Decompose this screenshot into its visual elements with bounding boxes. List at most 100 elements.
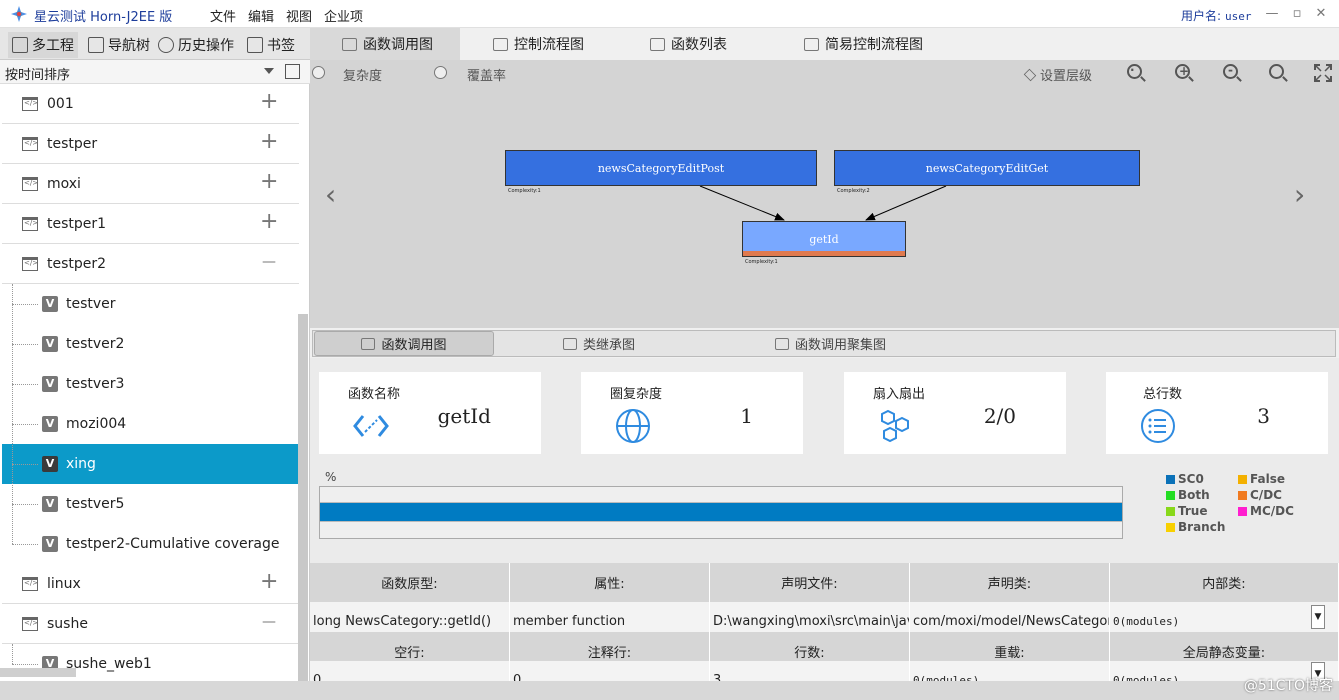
tree-icon <box>88 37 104 53</box>
property-header: 属性: <box>510 563 710 602</box>
tree-project-item[interactable]: 001 + <box>2 84 299 124</box>
sort-bar: 按时间排序 <box>0 60 310 84</box>
project-icon <box>22 617 38 631</box>
tab-function-list[interactable]: 函数列表 <box>642 28 735 60</box>
legend-swatch <box>1238 506 1247 516</box>
property-header: 声明类: <box>910 563 1110 602</box>
version-icon: V <box>42 416 58 432</box>
expand-icon[interactable]: + <box>260 91 278 113</box>
call-graph-canvas[interactable]: 复杂度 覆盖率 设置层级 · + - ‹ › newsCategoryEditP… <box>310 60 1339 328</box>
tree-guide-branch <box>12 464 38 465</box>
tree-version-item[interactable]: Vtestper2-Cumulative coverage <box>2 524 299 564</box>
metric-card-function-name: 函数名称 getId <box>319 372 541 454</box>
expand-icon[interactable]: + <box>260 211 278 233</box>
expand-icon[interactable]: + <box>260 571 278 593</box>
expand-icon[interactable]: + <box>260 131 278 153</box>
bookmark-icon <box>247 37 263 53</box>
tree-item-label: linux <box>47 576 81 592</box>
tree-project-item[interactable]: testper1 + <box>2 204 299 244</box>
legend-label: Branch <box>1178 520 1226 534</box>
project-icon <box>22 257 38 271</box>
tree-project-item[interactable]: linux + <box>2 564 299 604</box>
sub-view-tab-bar: 函数调用图 类继承图 函数调用聚集图 <box>312 330 1336 357</box>
metric-card-total-lines: 总行数 3 <box>1106 372 1328 454</box>
legend-item: SC0 <box>1166 472 1204 486</box>
metric-card-fan-in-out: 扇入扇出 2/0 <box>844 372 1066 454</box>
inner-class-dropdown-icon[interactable]: ▼ <box>1311 605 1325 629</box>
version-icon: V <box>42 336 58 352</box>
tab-simple-control-flow[interactable]: 简易控制流程图 <box>796 28 931 60</box>
tree-version-item[interactable]: Vtestver3 <box>2 364 299 404</box>
node-news-category-edit-get[interactable]: newsCategoryEditGet Complexity:2 <box>834 150 1140 194</box>
tree-item-label: testver5 <box>66 496 125 512</box>
tab-history[interactable]: 历史操作 <box>154 32 238 58</box>
tree-version-item[interactable]: Vmozi004 <box>2 404 299 444</box>
node-news-category-edit-post[interactable]: newsCategoryEditPost Complexity:1 <box>505 150 817 194</box>
tree-scrollbar[interactable] <box>298 314 308 700</box>
sort-dropdown-icon[interactable] <box>264 68 274 74</box>
tree-project-item[interactable]: testper + <box>2 124 299 164</box>
node-get-id[interactable]: getId Complexity:1 <box>742 221 906 265</box>
watermark: @51CTO博客 <box>1243 678 1333 694</box>
legend-swatch <box>1166 506 1175 516</box>
tab-nav-tree[interactable]: 导航树 <box>84 32 154 58</box>
legend-label: False <box>1250 472 1285 486</box>
tree-version-item[interactable]: Vtestver2 <box>2 324 299 364</box>
tree-guide-branch <box>12 424 38 425</box>
restore-icon[interactable]: ▫ <box>1287 4 1307 24</box>
legend-label: C/DC <box>1250 488 1282 502</box>
tab-class-inheritance[interactable]: 类继承图 <box>563 331 635 356</box>
metric-card-cyclomatic: 圈复杂度 1 <box>581 372 803 454</box>
app-title: 星云测试 Horn-J2EE 版 <box>34 10 173 25</box>
tree-item-label: testper2-Cumulative coverage <box>66 536 280 552</box>
fan-in-out-value: 2/0 <box>983 404 1016 428</box>
view-tab-bar: 函数调用图 控制流程图 函数列表 简易控制流程图 <box>310 28 1339 60</box>
close-icon[interactable]: ✕ <box>1311 4 1331 24</box>
legend-label: SC0 <box>1178 472 1204 486</box>
menu-enterprise[interactable]: 企业项 <box>324 6 363 25</box>
function-icon <box>353 415 389 437</box>
menu-edit[interactable]: 编辑 <box>248 6 274 25</box>
expand-icon[interactable]: + <box>260 171 278 193</box>
coverage-percent-label: % <box>325 470 337 484</box>
tree-version-item[interactable]: Vtestver5 <box>2 484 299 524</box>
total-lines-value: 3 <box>1257 404 1270 428</box>
tab-control-flow[interactable]: 控制流程图 <box>485 28 592 60</box>
tree-item-label: testver2 <box>66 336 125 352</box>
tree-item-label: testper2 <box>47 256 107 272</box>
tree-horizontal-scrollbar[interactable] <box>0 668 76 677</box>
tab-call-graph[interactable]: 函数调用图 <box>310 28 460 60</box>
control-flow-icon <box>493 37 508 51</box>
menu-view[interactable]: 视图 <box>286 6 312 25</box>
legend-swatch <box>1238 490 1247 500</box>
tab-multi-project[interactable]: 多工程 <box>8 32 78 58</box>
tree-project-item[interactable]: moxi + <box>2 164 299 204</box>
collapse-icon[interactable]: — <box>260 613 278 631</box>
minimize-icon[interactable]: — <box>1262 4 1282 24</box>
collapse-icon[interactable]: — <box>260 253 278 271</box>
tree-version-item[interactable]: Vsushe_web1 <box>2 644 299 684</box>
tree-item-label: 001 <box>47 96 74 112</box>
tab-call-cluster[interactable]: 函数调用聚集图 <box>775 331 886 356</box>
tree-project-item[interactable]: sushe — <box>2 604 299 644</box>
menu-file[interactable]: 文件 <box>210 6 236 25</box>
tree-item-label: mozi004 <box>66 416 127 432</box>
tree-guide-branch <box>12 504 38 505</box>
edge-get-to-getid <box>865 185 947 221</box>
project-icon <box>22 577 38 591</box>
call-graph-icon <box>361 337 376 350</box>
tree-item-label: sushe_web1 <box>66 656 152 672</box>
project-tree: 001 + testper + moxi + testper1 + testper2 — Vtest… <box>0 84 299 700</box>
project-icon <box>22 137 38 151</box>
status-bar: @51CTO博客 <box>0 678 1339 700</box>
tree-version-item[interactable]: Vxing <box>2 444 299 484</box>
tab-sub-call-graph[interactable]: 函数调用图 <box>314 331 494 356</box>
tree-version-item[interactable]: Vtestver <box>2 284 299 324</box>
graph-edges <box>699 185 947 221</box>
function-list-icon <box>650 37 665 51</box>
legend-label: Both <box>1178 488 1210 502</box>
tab-bookmarks[interactable]: 书签 <box>243 32 299 58</box>
title-bar: 星云测试 Horn-J2EE 版 文件 编辑 视图 企业项 用户名: user —… <box>0 0 1339 28</box>
export-icon[interactable] <box>285 64 300 79</box>
tree-project-item[interactable]: testper2 — <box>2 244 299 284</box>
